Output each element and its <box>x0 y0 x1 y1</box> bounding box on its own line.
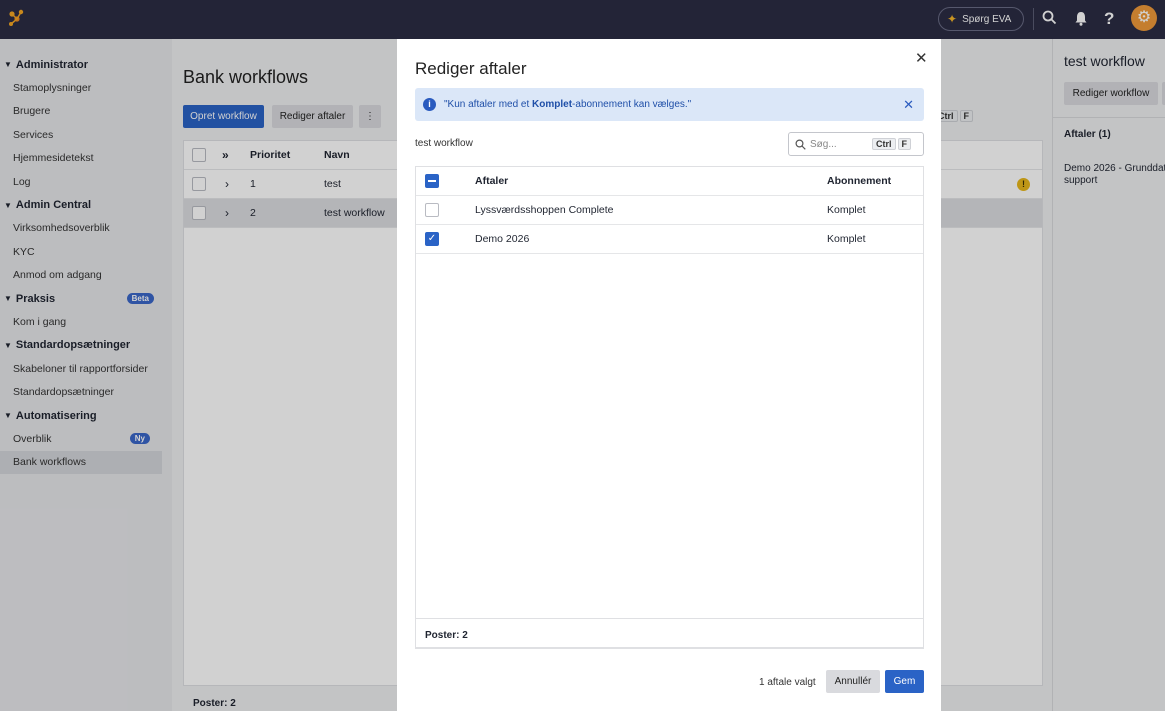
workflow-name: test workflow <box>415 138 473 149</box>
alert-text-post: -abonnement kan vælges." <box>572 99 692 110</box>
search-icon <box>795 138 806 150</box>
table-header: Aftaler Abonnement <box>416 167 923 196</box>
selected-count: 1 aftale valgt <box>759 677 816 688</box>
row-checkbox-checked[interactable]: ✓ <box>425 232 439 246</box>
column-header-aftaler[interactable]: Aftaler <box>475 175 508 187</box>
search-input[interactable]: Søg... <box>810 139 864 150</box>
info-alert: i "Kun aftaler med et Komplet-abonnement… <box>415 88 924 121</box>
agreements-search[interactable]: Søg... Ctrl F <box>788 132 924 156</box>
column-header-abonnement[interactable]: Abonnement <box>827 175 891 187</box>
cell-agreement: Lyssværdsshoppen Complete <box>475 204 614 216</box>
alert-text: "Kun aftaler med et Komplet-abonnement k… <box>444 99 691 110</box>
cell-agreement: Demo 2026 <box>475 233 530 245</box>
kbd-f: F <box>897 138 911 150</box>
alert-close-icon[interactable]: ✕ <box>903 97 914 113</box>
agreements-table: Aftaler Abonnement Lyssværdsshoppen Comp… <box>415 166 924 648</box>
alert-text-bold: Komplet <box>532 99 573 110</box>
close-icon[interactable]: ✕ <box>915 49 928 67</box>
save-button[interactable]: Gem <box>885 670 924 693</box>
kbd-ctrl: Ctrl <box>872 138 896 150</box>
table-row[interactable]: ✓ Demo 2026 Komplet <box>416 225 923 254</box>
edit-agreements-dialog: Rediger aftaler ✕ i "Kun aftaler med et … <box>397 39 941 711</box>
cell-subscription: Komplet <box>827 204 866 216</box>
cancel-button[interactable]: Annullér <box>826 670 880 693</box>
table-row[interactable]: Lyssværdsshoppen Complete Komplet <box>416 196 923 225</box>
row-checkbox[interactable] <box>425 203 439 217</box>
select-all-checkbox[interactable] <box>425 174 439 188</box>
table-footer: Poster: 2 <box>415 618 924 649</box>
cell-subscription: Komplet <box>827 233 866 245</box>
dialog-title: Rediger aftaler <box>415 59 527 78</box>
alert-text-pre: "Kun aftaler med et <box>444 99 533 110</box>
info-icon: i <box>423 98 436 111</box>
